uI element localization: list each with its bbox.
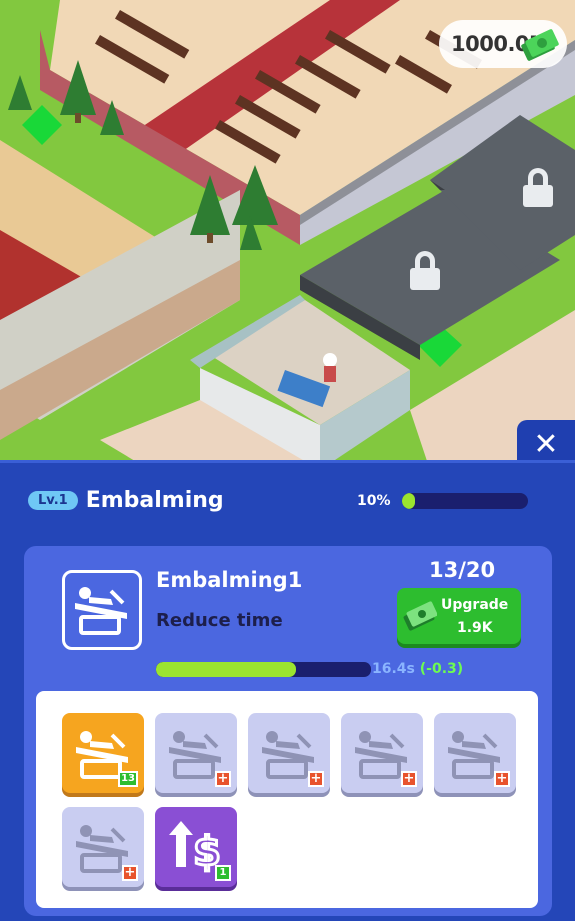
- slot-embalming-locked[interactable]: +: [434, 713, 516, 793]
- slot-embalming-active[interactable]: 13: [62, 713, 144, 793]
- progress-percent: 10%: [357, 493, 391, 509]
- upgrade-slots-grid: 13 + + + + + $ 1: [36, 691, 538, 908]
- room-progress-bar: [402, 493, 528, 509]
- slot-embalming-locked[interactable]: +: [248, 713, 330, 793]
- game-world-view[interactable]: 1000.0M: [0, 0, 575, 470]
- level-badge: Lv.1: [28, 490, 78, 510]
- slot-embalming-locked[interactable]: +: [341, 713, 423, 793]
- money-counter: 1000.0M: [439, 20, 567, 68]
- panel-title: Embalming: [85, 487, 224, 513]
- time-readout: 16.4s (-0.3): [372, 661, 463, 677]
- upgrade-card: Embalming1 Reduce time 13/20 Upgrade 1.9…: [24, 546, 552, 916]
- panel-header: Lv.1 Embalming: [28, 485, 224, 515]
- count-badge: 13: [118, 771, 138, 787]
- time-progress-bar: [156, 662, 371, 677]
- cash-icon: [403, 601, 437, 631]
- add-badge-icon: +: [122, 865, 138, 881]
- isometric-funeral-home-scene: [0, 0, 575, 470]
- slot-embalming-locked[interactable]: +: [155, 713, 237, 793]
- add-badge-icon: +: [308, 771, 324, 787]
- time-progress-fill: [156, 662, 296, 677]
- add-badge-icon: +: [494, 771, 510, 787]
- add-badge-icon: +: [215, 771, 231, 787]
- item-name: Embalming1: [156, 568, 303, 592]
- item-description: Reduce time: [156, 610, 283, 631]
- room-progress-fill: [402, 493, 415, 509]
- upgrade-count: 13/20: [429, 558, 496, 582]
- upgrade-cost: 1.9K: [457, 620, 493, 636]
- embalming-table-glyph: [75, 587, 127, 635]
- slot-price-upgrade[interactable]: $ 1: [155, 807, 237, 887]
- count-badge: 1: [215, 865, 231, 881]
- embalming-table-icon: [62, 570, 142, 650]
- cash-stack-icon: [521, 29, 559, 61]
- add-badge-icon: +: [401, 771, 417, 787]
- upgrade-panel: Lv.1 Embalming 10% Embalming1 Reduce tim…: [0, 460, 575, 921]
- upgrade-label: Upgrade: [441, 597, 509, 613]
- slot-embalming-locked[interactable]: +: [62, 807, 144, 887]
- time-value: 16.4s: [372, 661, 415, 677]
- time-delta: (-0.3): [419, 661, 464, 677]
- upgrade-button[interactable]: Upgrade 1.9K: [397, 588, 521, 644]
